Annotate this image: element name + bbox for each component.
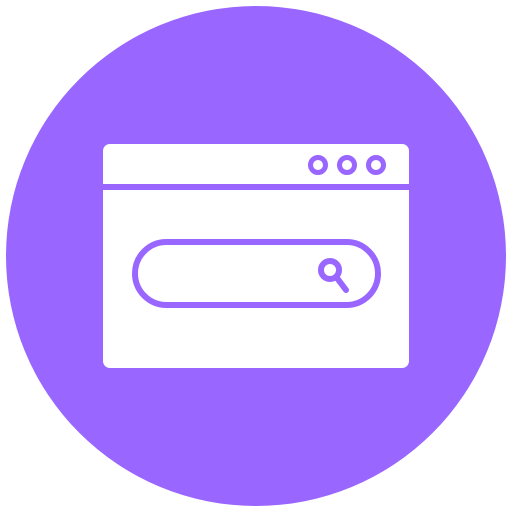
browser-window: [103, 144, 409, 368]
title-bar-divider: [103, 184, 409, 190]
browser-search-icon: [0, 0, 512, 512]
icon-graphic: [6, 6, 506, 506]
